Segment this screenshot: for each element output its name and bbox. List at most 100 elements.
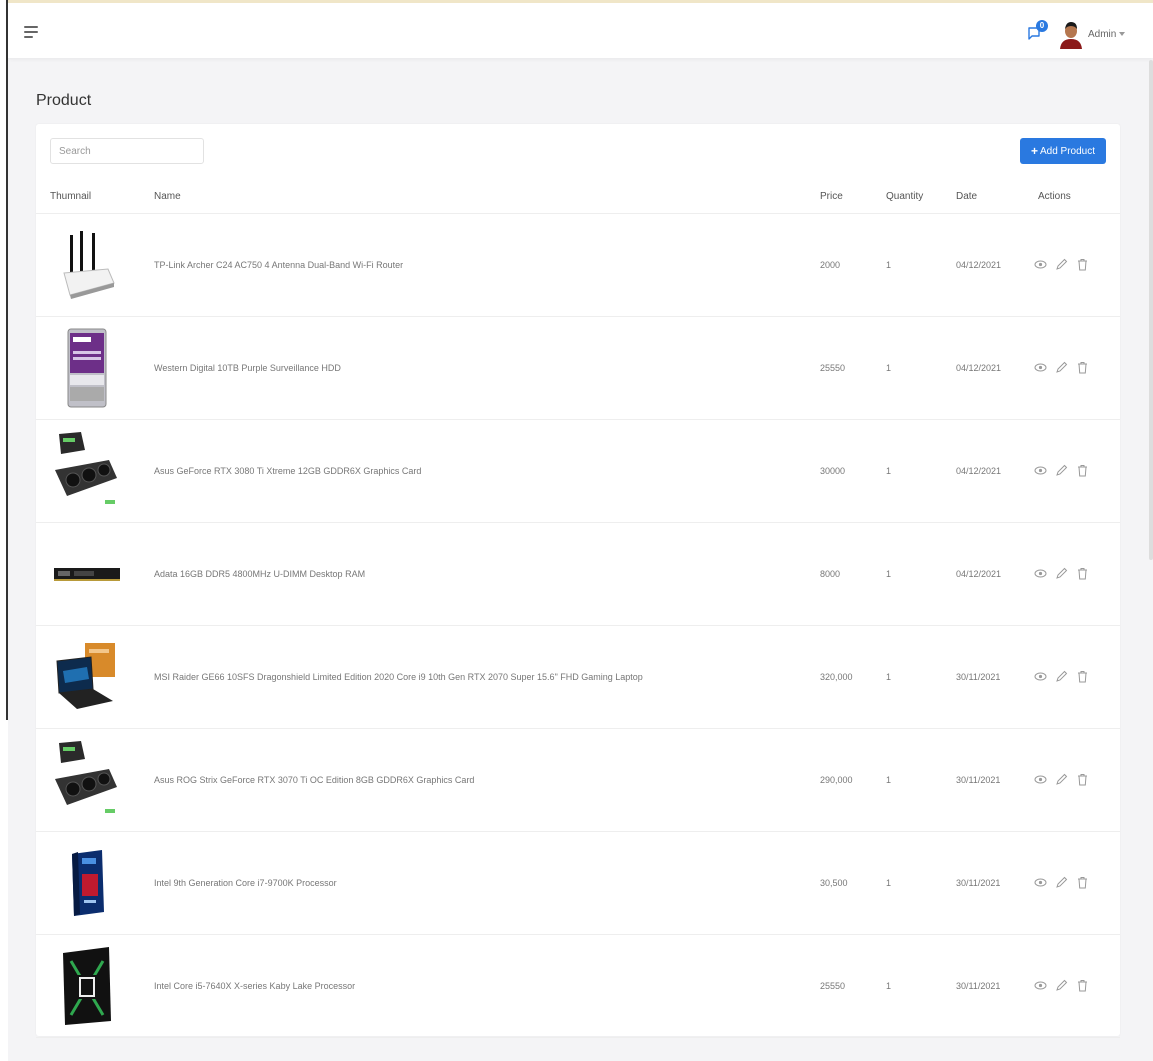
row-actions: [1034, 258, 1089, 271]
delete-icon[interactable]: [1076, 464, 1089, 477]
table-row: TP-Link Archer C24 AC750 4 Antenna Dual-…: [36, 214, 1120, 317]
user-avatar[interactable]: [1056, 19, 1086, 49]
user-name: Admin: [1088, 29, 1117, 40]
user-menu-dropdown[interactable]: Admin: [1088, 29, 1126, 40]
hdd-thumbnail: [48, 327, 126, 409]
product-name: Asus GeForce RTX 3080 Ti Xtreme 12GB GDD…: [154, 466, 422, 476]
edit-icon[interactable]: [1055, 567, 1068, 580]
edit-icon[interactable]: [1055, 979, 1068, 992]
product-price: 8000: [820, 569, 841, 579]
delete-icon[interactable]: [1076, 361, 1089, 374]
product-name: Adata 16GB DDR5 4800MHz U-DIMM Desktop R…: [154, 569, 366, 579]
table-body: TP-Link Archer C24 AC750 4 Antenna Dual-…: [36, 214, 1120, 1038]
delete-icon[interactable]: [1076, 258, 1089, 271]
product-quantity: 1: [886, 878, 892, 888]
row-actions: [1034, 567, 1089, 580]
view-icon[interactable]: [1034, 773, 1047, 786]
product-quantity: 1: [886, 569, 892, 579]
edit-icon[interactable]: [1055, 258, 1068, 271]
product-quantity: 1: [886, 775, 892, 785]
table-row: Asus GeForce RTX 3080 Ti Xtreme 12GB GDD…: [36, 420, 1120, 523]
table-row: Adata 16GB DDR5 4800MHz U-DIMM Desktop R…: [36, 523, 1120, 626]
product-price: 30,500: [820, 878, 848, 888]
laptop-thumbnail: [48, 636, 126, 718]
product-name: Intel 9th Generation Core i7-9700K Proce…: [154, 878, 337, 888]
notification-count-badge: 0: [1036, 20, 1048, 32]
ram-thumbnail: [48, 533, 126, 615]
row-actions: [1034, 773, 1089, 786]
product-date: 30/11/2021: [956, 672, 1001, 682]
column-header-quantity[interactable]: Quantity: [886, 191, 923, 202]
delete-icon[interactable]: [1076, 979, 1089, 992]
view-icon[interactable]: [1034, 258, 1047, 271]
product-date: 04/12/2021: [956, 363, 1002, 373]
view-icon[interactable]: [1034, 876, 1047, 889]
delete-icon[interactable]: [1076, 773, 1089, 786]
chevron-down-icon: [1119, 32, 1126, 37]
product-price: 25550: [820, 981, 846, 991]
view-icon[interactable]: [1034, 464, 1047, 477]
product-date: 30/11/2021: [956, 878, 1001, 888]
menu-toggle-icon[interactable]: [24, 26, 38, 38]
table-row: Western Digital 10TB Purple Surveillance…: [36, 317, 1120, 420]
processor-box-thumbnail: [48, 945, 126, 1027]
view-icon[interactable]: [1034, 670, 1047, 683]
page-title: Product: [36, 92, 92, 109]
router-thumbnail: [48, 224, 126, 306]
product-price: 25550: [820, 363, 846, 373]
edit-icon[interactable]: [1055, 876, 1068, 889]
row-actions: [1034, 876, 1089, 889]
product-name: Western Digital 10TB Purple Surveillance…: [154, 363, 341, 373]
graphics-card-thumbnail: [48, 430, 126, 512]
column-header-date[interactable]: Date: [956, 191, 977, 202]
product-date: 30/11/2021: [956, 775, 1001, 785]
add-product-button[interactable]: + Add Product: [1020, 138, 1106, 164]
edit-icon[interactable]: [1055, 670, 1068, 683]
notification-bell-icon[interactable]: 0: [1026, 20, 1048, 45]
page-scrollbar[interactable]: [1149, 60, 1153, 560]
column-header-thumbnail: Thumnail: [50, 191, 92, 202]
view-icon[interactable]: [1034, 979, 1047, 992]
table-header: Thumnail Name Price Quantity Date Action…: [36, 176, 1120, 214]
graphics-card-thumbnail: [48, 739, 126, 821]
product-quantity: 1: [886, 466, 892, 476]
view-icon[interactable]: [1034, 567, 1047, 580]
table-row: Intel 9th Generation Core i7-9700K Proce…: [36, 832, 1120, 935]
product-date: 04/12/2021: [956, 260, 1002, 270]
view-icon[interactable]: [1034, 361, 1047, 374]
delete-icon[interactable]: [1076, 567, 1089, 580]
edit-icon[interactable]: [1055, 361, 1068, 374]
product-quantity: 1: [886, 363, 892, 373]
product-price: 30000: [820, 466, 846, 476]
row-actions: [1034, 361, 1089, 374]
edit-icon[interactable]: [1055, 464, 1068, 477]
row-actions: [1034, 670, 1089, 683]
product-name: MSI Raider GE66 10SFS Dragonshield Limit…: [154, 672, 643, 682]
search-input[interactable]: [50, 138, 204, 164]
edit-icon[interactable]: [1055, 773, 1068, 786]
row-actions: [1034, 464, 1089, 477]
product-quantity: 1: [886, 260, 892, 270]
product-name: Asus ROG Strix GeForce RTX 3070 Ti OC Ed…: [154, 775, 475, 785]
product-price: 2000: [820, 260, 841, 270]
processor-box-thumbnail: [48, 842, 126, 924]
table-row: Intel Core i5-7640X X-series Kaby Lake P…: [36, 935, 1120, 1038]
product-name: TP-Link Archer C24 AC750 4 Antenna Dual-…: [154, 260, 404, 270]
add-product-label: Add Product: [1039, 145, 1096, 157]
product-quantity: 1: [886, 981, 892, 991]
plus-icon: +: [1030, 144, 1038, 158]
row-actions: [1034, 979, 1089, 992]
table-row: MSI Raider GE66 10SFS Dragonshield Limit…: [36, 626, 1120, 729]
product-name: Intel Core i5-7640X X-series Kaby Lake P…: [154, 981, 356, 991]
column-header-price[interactable]: Price: [820, 191, 843, 202]
delete-icon[interactable]: [1076, 670, 1089, 683]
product-date: 30/11/2021: [956, 981, 1001, 991]
product-date: 04/12/2021: [956, 569, 1002, 579]
product-quantity: 1: [886, 672, 892, 682]
product-price: 290,000: [820, 775, 853, 785]
window-left-edge: [0, 0, 8, 1061]
column-header-name[interactable]: Name: [154, 191, 181, 202]
column-header-actions: Actions: [1038, 191, 1071, 202]
delete-icon[interactable]: [1076, 876, 1089, 889]
top-navbar: 0 Admin: [8, 0, 1153, 58]
